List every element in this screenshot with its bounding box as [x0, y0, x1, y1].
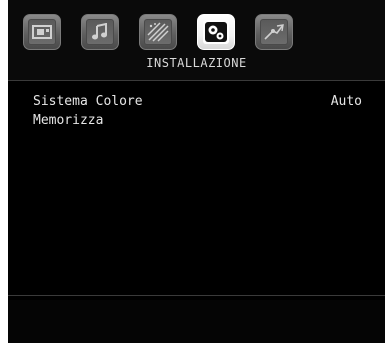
footer-bar: [8, 300, 385, 343]
menu-item-label: Sistema Colore: [33, 94, 143, 109]
tab-picture[interactable]: [23, 14, 61, 50]
menu-tab-bar: INSTALLAZIONE: [8, 0, 385, 80]
tab-installazione[interactable]: [197, 14, 235, 50]
menu-item-sistema-colore[interactable]: Sistema Colore Auto: [8, 92, 385, 111]
footer-divider: [8, 295, 385, 296]
menu-item-value: Auto: [330, 94, 362, 109]
settings-icon: [144, 19, 172, 45]
tab-sound[interactable]: [81, 14, 119, 50]
tab-source[interactable]: [255, 14, 293, 50]
installation-icon: [203, 20, 229, 44]
menu-item-memorizza[interactable]: Memorizza: [8, 111, 385, 130]
tab-settings[interactable]: [139, 14, 177, 50]
source-icon: [260, 19, 288, 45]
page-title: INSTALLAZIONE: [146, 56, 247, 70]
picture-icon: [28, 19, 56, 45]
header-divider: [8, 80, 385, 81]
settings-menu: Sistema Colore Auto Memorizza: [8, 92, 385, 130]
sound-icon: [86, 19, 114, 45]
osd-menu: INSTALLAZIONE Sistema Colore Auto Memori…: [8, 0, 385, 343]
menu-item-label: Memorizza: [33, 113, 104, 128]
